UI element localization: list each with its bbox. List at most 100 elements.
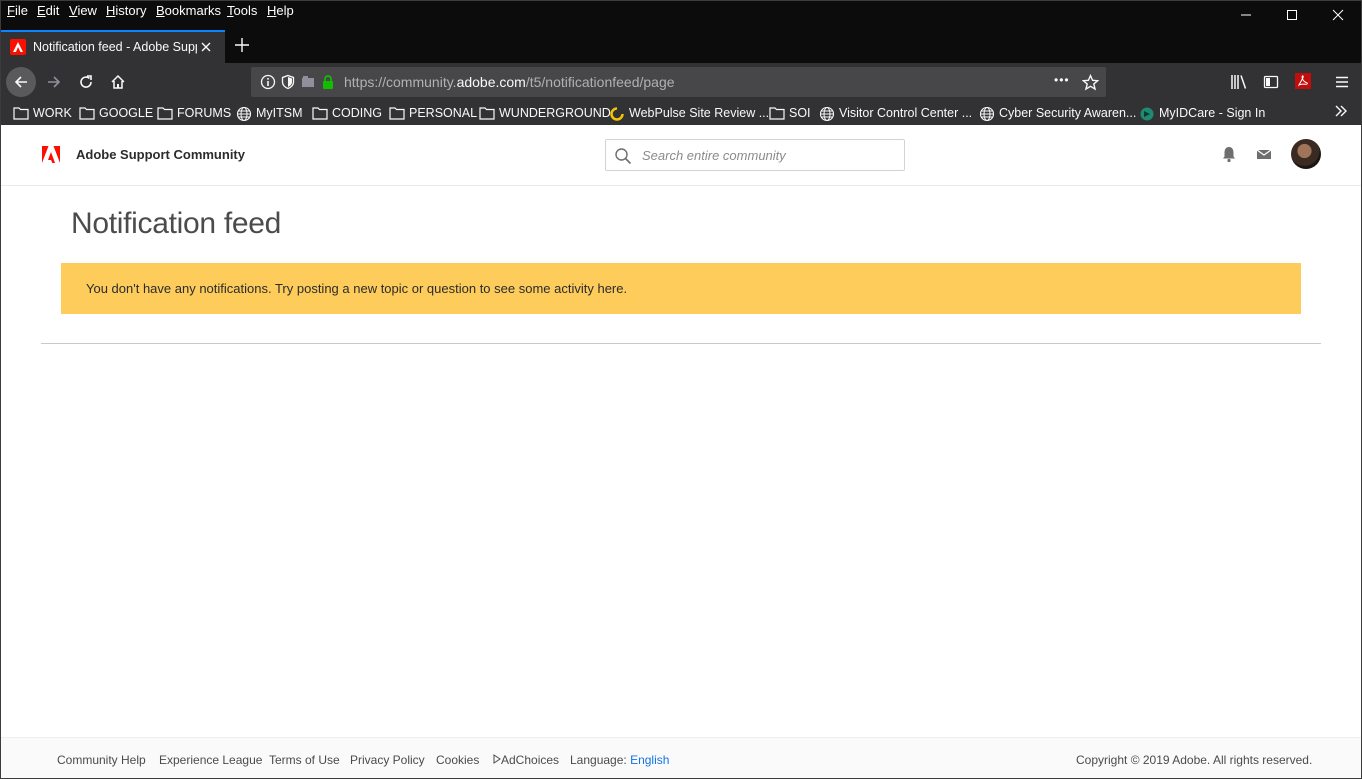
bookmark-star-icon[interactable] — [1082, 74, 1099, 91]
bookmarks-overflow-chevron-icon[interactable] — [1334, 104, 1348, 123]
bookmark-label: Visitor Control Center ... — [839, 106, 973, 120]
bookmark-item[interactable]: MyITSM — [236, 105, 303, 122]
folder-icon — [479, 106, 495, 120]
adobe-logo-icon[interactable] — [42, 146, 60, 163]
bookmark-label: WORK — [33, 106, 72, 120]
menu-bookmarks[interactable]: Bookmarks — [156, 3, 221, 18]
brand-name[interactable]: Adobe Support Community — [76, 147, 245, 162]
bookmark-label: MyITSM — [256, 106, 303, 120]
bookmark-label: CODING — [332, 106, 382, 120]
home-icon — [111, 74, 125, 89]
bookmark-label: FORUMS — [177, 106, 232, 120]
minimize-button[interactable] — [1223, 0, 1269, 30]
tab-close-icon[interactable] — [201, 38, 211, 56]
language-label: Language: — [570, 753, 627, 767]
menu-file[interactable]: File — [7, 3, 28, 18]
bookmark-label: WebPulse Site Review ... — [629, 106, 770, 120]
permissions-icon[interactable] — [300, 74, 316, 90]
footer-link-terms-of-use[interactable]: Terms of Use — [269, 753, 340, 767]
menu-bar: File Edit View History Bookmarks Tools H… — [0, 0, 1362, 24]
reload-button[interactable] — [71, 67, 101, 97]
bookmark-item[interactable]: FORUMS — [157, 105, 231, 121]
globe-icon — [236, 106, 252, 122]
url-prefix: https://community. — [344, 74, 457, 90]
new-tab-button[interactable] — [230, 33, 254, 57]
footer-link-experience-league[interactable]: Experience League — [159, 753, 262, 767]
hamburger-menu-icon[interactable] — [1334, 74, 1350, 90]
empty-notifications-alert: You don't have any notifications. Try po… — [61, 263, 1301, 314]
footer-link-adchoices[interactable]: AdChoices — [493, 753, 559, 767]
bookmark-label: PERSONAL — [409, 106, 478, 120]
footer-link-privacy-policy[interactable]: Privacy Policy — [350, 753, 425, 767]
notification-bell-icon[interactable] — [1220, 145, 1238, 163]
search-icon — [615, 148, 632, 165]
close-window-button[interactable] — [1315, 0, 1361, 30]
content-divider — [41, 343, 1321, 344]
home-button[interactable] — [103, 67, 133, 97]
adobe-favicon-icon — [10, 39, 26, 55]
tab-strip: Notification feed - Adobe Support Commun… — [0, 30, 1362, 63]
footer-link-community-help[interactable]: Community Help — [57, 753, 146, 767]
globe-icon — [819, 106, 835, 122]
forward-button[interactable] — [39, 67, 69, 97]
bookmark-label: WUNDERGROUND — [499, 106, 611, 120]
reload-icon — [80, 75, 92, 88]
bookmark-item[interactable]: SOI — [769, 105, 811, 121]
bookmark-label: GOOGLE — [99, 106, 154, 120]
bookmark-item[interactable]: WORK — [13, 105, 72, 121]
bookmark-item[interactable]: CODING — [312, 105, 382, 121]
bookmark-item[interactable]: WUNDERGROUND — [479, 105, 611, 121]
menu-view[interactable]: View — [69, 3, 97, 18]
forward-arrow-icon — [48, 76, 61, 88]
adchoices-label: AdChoices — [501, 753, 560, 767]
bookmark-label: Cyber Security Awaren... — [999, 106, 1137, 120]
site-header: Adobe Support Community — [0, 125, 1362, 186]
bookmark-item[interactable]: Visitor Control Center ... — [819, 105, 973, 122]
bookmark-item[interactable]: PERSONAL — [389, 105, 477, 121]
copyright-text: Copyright © 2019 Adobe. All rights reser… — [1076, 753, 1313, 767]
url-text[interactable]: https://community.adobe.com/t5/notificat… — [344, 74, 675, 90]
language-selector[interactable]: English — [630, 753, 669, 767]
search-input[interactable] — [642, 146, 897, 164]
menu-tools[interactable]: Tools — [227, 3, 257, 18]
browser-chrome: File Edit View History Bookmarks Tools H… — [0, 0, 1362, 125]
sidebar-icon[interactable] — [1263, 74, 1279, 90]
navigation-toolbar: https://community.adobe.com/t5/notificat… — [0, 63, 1362, 100]
library-icon[interactable] — [1230, 74, 1248, 90]
alert-message: You don't have any notifications. Try po… — [86, 281, 628, 296]
bookmarks-toolbar: WORK GOOGLE FORUMS MyITSM CODING PERSONAL WUND… — [0, 100, 1362, 125]
adobe-acrobat-extension-icon[interactable] — [1295, 73, 1311, 89]
secure-lock-icon[interactable] — [320, 74, 336, 90]
back-button[interactable] — [6, 67, 36, 97]
bookmark-label: MyIDCare - Sign In — [1159, 106, 1266, 120]
site-footer: Community Help Experience League Terms o… — [1, 737, 1361, 779]
site-info-icon[interactable] — [260, 74, 276, 90]
bookmark-item[interactable]: WebPulse Site Review ... — [609, 105, 769, 121]
page-title: Notification feed — [71, 207, 282, 240]
community-search[interactable] — [605, 139, 905, 171]
folder-icon — [13, 106, 29, 120]
back-arrow-icon — [14, 76, 27, 88]
menu-history[interactable]: History — [106, 3, 146, 18]
menu-help[interactable]: Help — [267, 3, 294, 18]
url-path: /t5/notificationfeed/page — [525, 74, 675, 90]
folder-icon — [79, 106, 95, 120]
bookmark-item[interactable]: GOOGLE — [79, 105, 153, 121]
messages-envelope-icon[interactable] — [1255, 145, 1273, 163]
myidcare-icon — [1139, 106, 1155, 121]
bookmark-item[interactable]: MyIDCare - Sign In — [1139, 105, 1265, 121]
tracking-protection-shield-icon[interactable] — [280, 74, 296, 90]
plus-icon — [235, 38, 249, 52]
menu-edit[interactable]: Edit — [37, 3, 59, 18]
bookmark-item[interactable]: Cyber Security Awaren... — [979, 105, 1137, 122]
footer-link-cookies[interactable]: Cookies — [436, 753, 479, 767]
page-actions-menu-icon[interactable]: ••• — [1054, 73, 1070, 87]
url-bar[interactable]: https://community.adobe.com/t5/notificat… — [251, 67, 1106, 97]
user-avatar[interactable] — [1291, 139, 1321, 169]
tab-title: Notification feed - Adobe Support Commun… — [33, 40, 197, 54]
tab-notification-feed[interactable]: Notification feed - Adobe Support Commun… — [1, 30, 225, 63]
maximize-button[interactable] — [1269, 0, 1315, 30]
close-icon — [1332, 9, 1344, 21]
folder-icon — [157, 106, 173, 120]
folder-icon — [769, 106, 785, 120]
